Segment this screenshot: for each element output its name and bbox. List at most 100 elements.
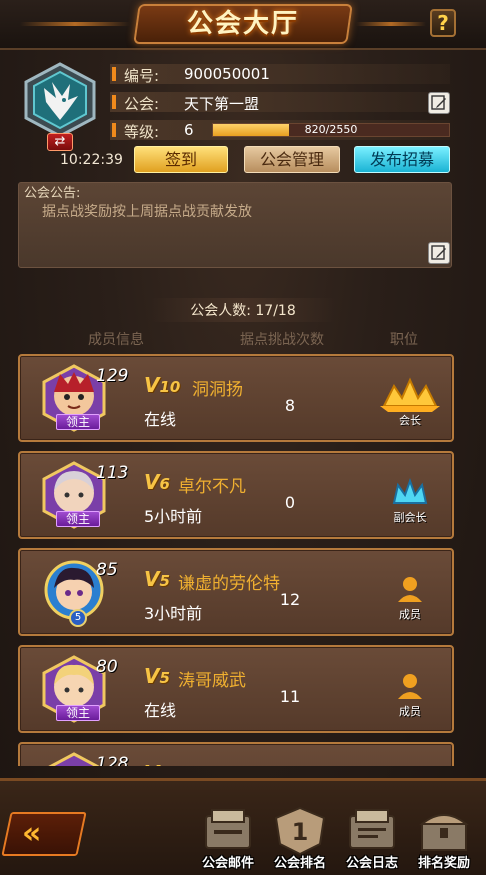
member-person-icon	[398, 674, 422, 699]
guild-rank-label: 公会排名	[273, 856, 326, 871]
guild-notice-box	[18, 182, 452, 268]
guild-log-button[interactable]: 公会日志	[340, 806, 404, 872]
guild-mail-button[interactable]: 公会邮件	[196, 806, 260, 872]
member-challenges: 12	[279, 590, 301, 609]
member-role-label: 成员	[399, 608, 421, 621]
guild-name-value: 天下第一盟	[184, 95, 260, 113]
member-vip: V5	[144, 664, 170, 688]
guild-id-value: 900050001	[184, 65, 270, 83]
guild-name-label: 公会:	[124, 95, 160, 113]
title-deco-right	[356, 22, 426, 26]
member-rank-tag: 领主	[56, 705, 100, 721]
log-box-icon	[349, 809, 395, 849]
guild-emblem-icon[interactable]	[22, 62, 98, 138]
member-count: 公会人数: 17/18	[190, 303, 296, 319]
member-row[interactable]: 128 V	[18, 742, 454, 766]
member-level: 128	[96, 754, 129, 766]
member-vip: V	[144, 761, 159, 766]
title-deco-left	[20, 22, 130, 26]
member-row[interactable]: 领主 80 V5 涛哥威武 在线 11 成员	[18, 645, 454, 733]
member-list[interactable]: 领主 129 V10 洞洞扬 在线 8 会长 领主 113 V6 卓尔不凡 5小…	[16, 352, 456, 766]
member-row[interactable]: 5 85 V5 谦虚的劳伦特 3小时前 12 成员	[18, 548, 454, 636]
member-name: 涛哥威武	[178, 671, 246, 691]
rank-shield-icon: 1	[274, 806, 326, 856]
treasure-chest-icon	[419, 814, 469, 851]
member-vip: V5	[144, 567, 170, 591]
title-bar: 公会大厅 ?	[0, 0, 486, 50]
rank-badge-number: 1	[292, 818, 309, 846]
vip-letter: V	[144, 470, 160, 494]
vip-number: 10	[159, 378, 181, 396]
member-challenges: 0	[284, 493, 296, 512]
member-row[interactable]: 领主 113 V6 卓尔不凡 5小时前 0 副会长	[18, 451, 454, 539]
member-role: 副会长	[380, 473, 440, 529]
guild-name-row: 公会: 天下第一盟	[110, 92, 450, 113]
notice-title: 公会公告:	[24, 186, 81, 201]
member-rank-badge: 5	[69, 609, 87, 627]
rank-reward-label: 排名奖励	[417, 856, 470, 871]
guild-manage-button[interactable]: 公会管理	[244, 146, 340, 173]
guild-rank-button[interactable]: 1 公会排名	[268, 806, 332, 872]
vip-letter: V	[144, 567, 160, 591]
member-row[interactable]: 领主 129 V10 洞洞扬 在线 8 会长	[18, 354, 454, 442]
member-level: 129	[96, 366, 129, 386]
member-name: 卓尔不凡	[178, 477, 246, 497]
member-role: 会长	[380, 376, 440, 432]
vip-number: 5	[159, 572, 170, 590]
crown-gold-icon	[380, 377, 440, 412]
member-challenges: 11	[279, 687, 301, 706]
guild-hall-screen: 公会大厅 ? ⇄ 10:22:39 编号: 900050001 公会: 天下第一…	[0, 0, 486, 875]
vip-number: 5	[159, 669, 170, 687]
checkin-button[interactable]: 签到	[134, 146, 228, 173]
help-button[interactable]: ?	[430, 9, 456, 37]
member-status: 在线	[144, 701, 177, 720]
vip-number: 6	[159, 475, 170, 493]
back-button[interactable]	[1, 812, 87, 856]
guild-level-label: 等级:	[124, 123, 160, 141]
member-name: 洞洞扬	[192, 380, 243, 400]
member-level: 113	[96, 463, 129, 483]
guild-level-value: 6	[184, 121, 194, 139]
notice-body: 据点战奖励按上周据点战贡献发放	[42, 204, 252, 220]
mail-box-icon	[205, 809, 251, 849]
row-marker	[112, 123, 116, 137]
swap-emblem-button[interactable]: ⇄	[47, 133, 73, 151]
crown-blue-icon	[392, 478, 428, 504]
edit-notice-icon[interactable]	[428, 242, 450, 264]
member-role-label: 会长	[399, 414, 421, 427]
member-status: 5小时前	[144, 507, 203, 526]
col-challenges: 据点挑战次数	[240, 332, 324, 348]
member-role-label: 副会长	[393, 511, 427, 524]
vip-letter: V	[144, 373, 160, 397]
post-recruit-button[interactable]: 发布招募	[354, 146, 450, 173]
row-marker	[112, 67, 116, 81]
member-vip: V6	[144, 470, 170, 494]
member-rank-tag: 领主	[56, 414, 100, 430]
guild-log-label: 公会日志	[345, 856, 398, 871]
member-role: 成员	[380, 667, 440, 723]
page-title: 公会大厅	[186, 9, 299, 39]
back-chevron-icon[interactable]: «	[22, 812, 41, 856]
member-rank-tag: 领主	[56, 511, 100, 527]
member-level: 80	[96, 657, 118, 677]
guild-id-label: 编号:	[124, 67, 160, 85]
col-role: 职位	[390, 332, 418, 348]
rank-reward-button[interactable]: 排名奖励	[412, 806, 476, 872]
member-status: 在线	[144, 410, 177, 429]
vip-letter: V	[144, 761, 159, 766]
member-name: 谦虚的劳伦特	[178, 574, 280, 594]
vip-letter: V	[144, 664, 160, 688]
guild-mail-label: 公会邮件	[201, 856, 254, 871]
guild-id-row: 编号: 900050001	[110, 64, 450, 85]
member-role-label: 成员	[399, 705, 421, 718]
member-challenges: 8	[284, 396, 296, 415]
member-role: 成员	[380, 570, 440, 626]
member-vip: V10	[144, 373, 180, 397]
member-status: 3小时前	[144, 604, 203, 623]
clock-time: 10:22:39	[60, 152, 123, 168]
edit-guild-name-icon[interactable]	[428, 92, 450, 114]
level-progress-text: 820/2550	[304, 123, 358, 136]
member-person-icon	[398, 577, 422, 602]
col-member-info: 成员信息	[88, 332, 144, 348]
row-marker	[112, 95, 116, 109]
